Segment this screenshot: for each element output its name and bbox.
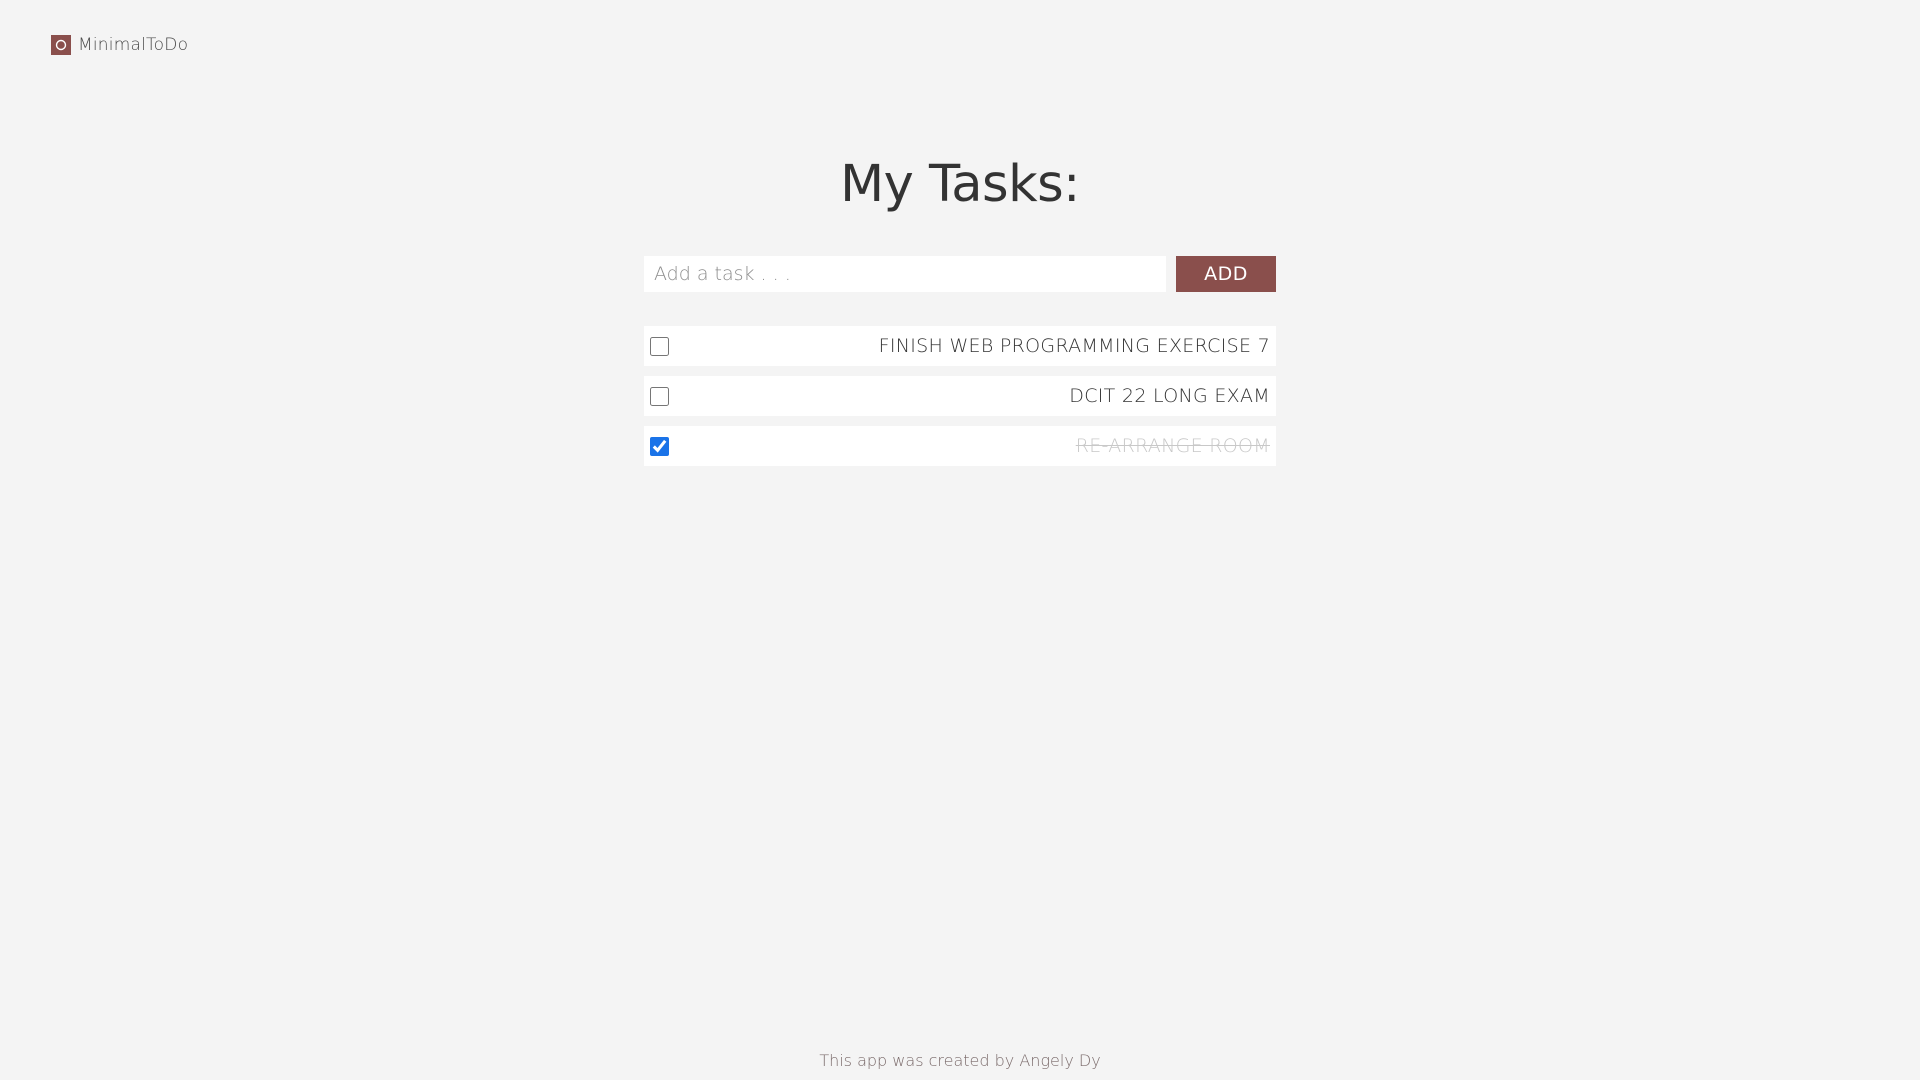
brand-name: MinimalToDo — [78, 35, 189, 55]
task-list: FINISH WEB PROGRAMMING EXERCISE 7 DCIT 2… — [644, 326, 1276, 476]
task-text: RE-ARRANGE ROOM — [1075, 435, 1270, 457]
task-text: DCIT 22 LONG EXAM — [1069, 385, 1270, 407]
page: MinimalToDo My Tasks: ADD FINISH WEB PRO… — [0, 0, 1920, 1080]
task-item: RE-ARRANGE ROOM — [644, 426, 1276, 466]
task-item: DCIT 22 LONG EXAM — [644, 376, 1276, 416]
add-button[interactable]: ADD — [1176, 256, 1276, 292]
task-checkbox[interactable] — [650, 436, 669, 456]
task-text: FINISH WEB PROGRAMMING EXERCISE 7 — [878, 335, 1270, 357]
footer-credit: This app was created by Angely Dy — [819, 1051, 1101, 1070]
task-input[interactable] — [644, 256, 1166, 292]
page-title: My Tasks: — [840, 155, 1080, 214]
task-item: FINISH WEB PROGRAMMING EXERCISE 7 — [644, 326, 1276, 366]
add-task-form: ADD — [644, 256, 1276, 292]
task-checkbox[interactable] — [650, 336, 669, 356]
circle-icon — [51, 35, 71, 55]
brand[interactable]: MinimalToDo — [51, 34, 188, 56]
task-checkbox[interactable] — [650, 386, 669, 406]
